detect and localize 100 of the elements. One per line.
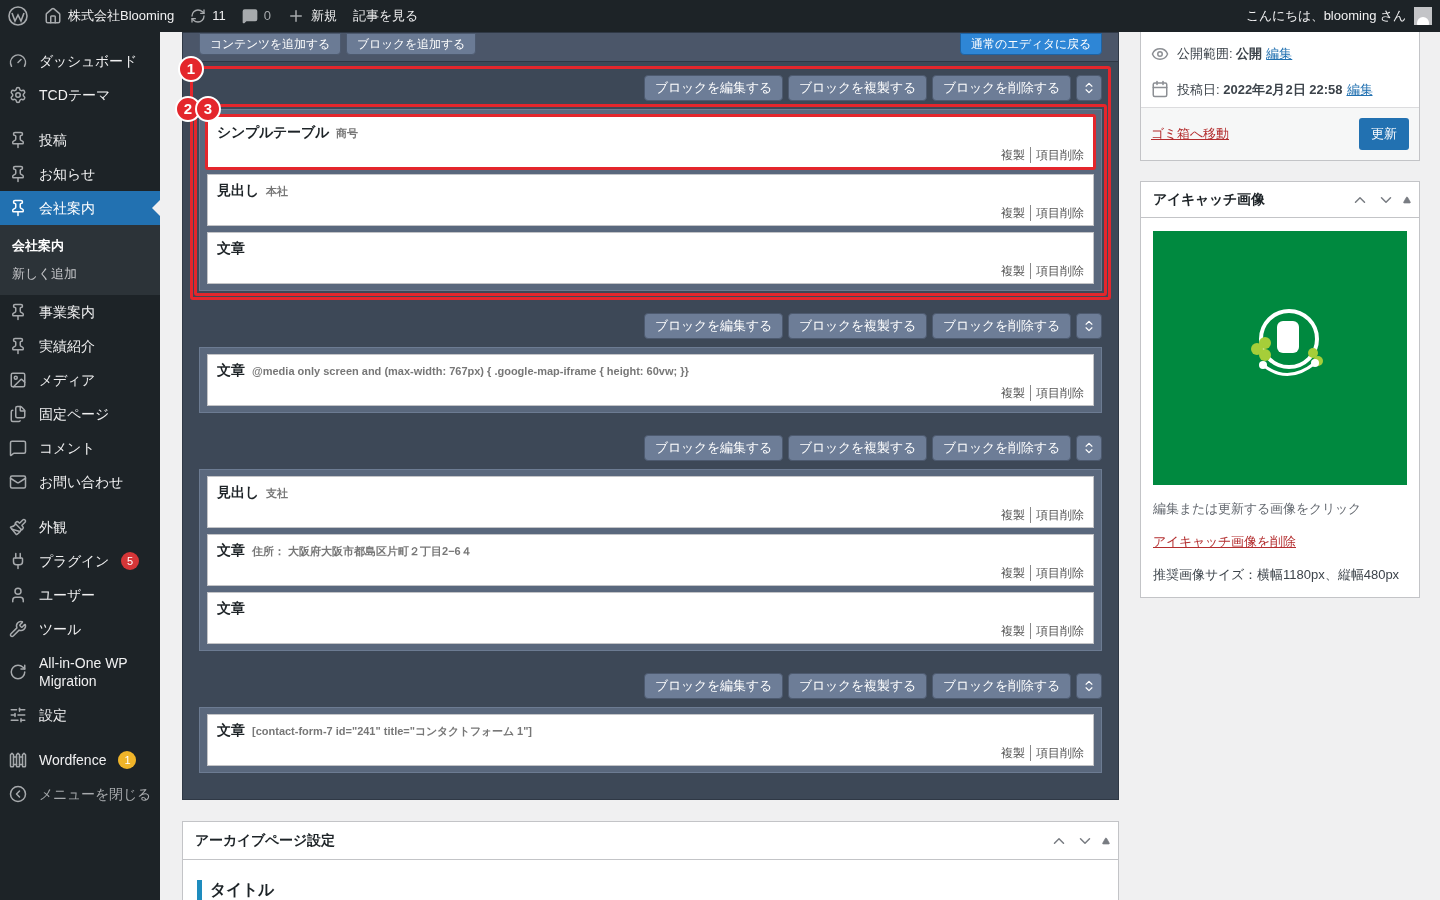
- gear-icon: [9, 86, 27, 104]
- menu-item[interactable]: 事業案内: [0, 295, 160, 329]
- block-action-button[interactable]: ブロックを編集する: [644, 313, 783, 339]
- block-action-button[interactable]: ブロックを削除する: [932, 435, 1071, 461]
- item-action-link[interactable]: 項目削除: [1036, 744, 1084, 762]
- view-post-link[interactable]: 記事を見る: [352, 6, 418, 26]
- content-item[interactable]: 文章 @media only screen and (max-width: 767px) { .google-map-iframe { height: 60vw; }} 複製 項目削除: [207, 354, 1094, 406]
- media-icon: [9, 371, 27, 389]
- home-icon[interactable]: [44, 7, 62, 25]
- size-note: 推奨画像サイズ：横幅1180px、縦幅480px: [1153, 566, 1401, 584]
- item-action-link[interactable]: 複製: [1001, 384, 1025, 402]
- greeting-link[interactable]: こんにちは、blooming さん: [1245, 6, 1406, 26]
- block-action-button[interactable]: ブロックを複製する: [788, 435, 927, 461]
- item-action-link[interactable]: 項目削除: [1036, 262, 1084, 280]
- menu-item[interactable]: TCDテーマ: [0, 78, 160, 112]
- menu-item[interactable]: お問い合わせ: [0, 465, 160, 499]
- menu-item[interactable]: 投稿: [0, 123, 160, 157]
- block-action-button[interactable]: ブロックを削除する: [932, 673, 1071, 699]
- item-action-link[interactable]: 複製: [1001, 262, 1025, 280]
- edit-link[interactable]: 編集: [1346, 79, 1373, 99]
- menu-item[interactable]: 設定: [0, 698, 160, 732]
- content-item[interactable]: 見出し 支社 複製 項目削除: [207, 476, 1094, 528]
- section-heading: タイトル: [210, 880, 274, 900]
- site-name-link[interactable]: 株式会社Blooming: [68, 6, 175, 26]
- add-button[interactable]: ブロックを追加する: [346, 33, 476, 55]
- content-item[interactable]: 文章 複製 項目削除: [207, 232, 1094, 284]
- new-link[interactable]: 新規: [310, 6, 337, 26]
- item-action-link[interactable]: 項目削除: [1036, 204, 1084, 222]
- menu-item[interactable]: ユーザー: [0, 578, 160, 612]
- updates-icon[interactable]: [190, 8, 207, 24]
- sliders-icon: [9, 706, 27, 724]
- item-action-link[interactable]: 項目削除: [1036, 384, 1084, 402]
- item-action-link[interactable]: 複製: [1001, 204, 1025, 222]
- count-badge: 1: [118, 751, 137, 769]
- menu-item[interactable]: Wordfence 1: [0, 743, 160, 777]
- collapse-icon: [9, 785, 27, 803]
- item-action-link[interactable]: 項目削除: [1036, 146, 1084, 164]
- submenu-item[interactable]: 会社案内: [0, 232, 160, 260]
- block-action-button[interactable]: ブロックを編集する: [644, 673, 783, 699]
- gauge-icon: [9, 52, 27, 70]
- item-title: 文章: [217, 599, 245, 618]
- menu-item[interactable]: プラグイン 5: [0, 544, 160, 578]
- item-action-link[interactable]: 項目削除: [1036, 506, 1084, 524]
- site-logo-icon[interactable]: [8, 6, 28, 26]
- block-action-button[interactable]: ブロックを編集する: [644, 435, 783, 461]
- content-item[interactable]: 文章 複製 項目削除: [207, 592, 1094, 644]
- item-summary: 住所： 大阪府大阪市都島区片町２丁目2−6４: [252, 544, 472, 559]
- item-title: 文章: [217, 721, 245, 740]
- sort-button[interactable]: [1076, 435, 1102, 461]
- item-summary: @media only screen and (max-width: 767px) { .google-map-iframe { height: 60vw; }}: [252, 364, 689, 379]
- item-title: 文章: [217, 541, 245, 560]
- content-item[interactable]: 文章 [contact-form-7 id="241" title="コンタクトフォーム 1"] 複製 項目削除: [207, 714, 1094, 766]
- content-item[interactable]: シンプルテーブル 商号 複製 項目削除: [207, 116, 1094, 168]
- menu-item[interactable]: コメント: [0, 431, 160, 465]
- block-action-button[interactable]: ブロックを削除する: [932, 313, 1071, 339]
- item-action-link[interactable]: 複製: [1001, 506, 1025, 524]
- menu-item[interactable]: 実績紹介: [0, 329, 160, 363]
- calendar-icon: [1151, 80, 1169, 99]
- submenu-item[interactable]: 新しく追加: [0, 260, 160, 288]
- block-action-button[interactable]: ブロックを編集する: [644, 75, 783, 101]
- menu-item[interactable]: メディア: [0, 363, 160, 397]
- classic-editor-button[interactable]: 通常のエディタに戻る: [960, 33, 1102, 55]
- menu-item[interactable]: ツール: [0, 612, 160, 646]
- update-button[interactable]: 更新: [1359, 118, 1409, 150]
- item-action-link[interactable]: 複製: [1001, 744, 1025, 762]
- sort-button[interactable]: [1076, 313, 1102, 339]
- updates-count[interactable]: 11: [212, 6, 226, 26]
- add-button[interactable]: コンテンツを追加する: [199, 33, 341, 55]
- block-action-button[interactable]: ブロックを複製する: [788, 75, 927, 101]
- item-action-link[interactable]: 複製: [1001, 622, 1025, 640]
- content-item[interactable]: 見出し 本社 複製 項目削除: [207, 174, 1094, 226]
- count-badge: 5: [121, 552, 139, 570]
- block-action-button[interactable]: ブロックを削除する: [932, 75, 1071, 101]
- item-action-link[interactable]: 複製: [1001, 146, 1025, 164]
- sort-button[interactable]: [1076, 75, 1102, 101]
- menu-item[interactable]: 固定ページ: [0, 397, 160, 431]
- sort-button[interactable]: [1076, 673, 1102, 699]
- menu-item[interactable]: All-in-One WP Migration: [0, 646, 160, 698]
- item-title: 文章: [217, 239, 245, 258]
- block-action-button[interactable]: ブロックを複製する: [788, 313, 927, 339]
- pages-icon: [9, 405, 27, 423]
- item-action-link[interactable]: 項目削除: [1036, 564, 1084, 582]
- menu-item[interactable]: 会社案内: [0, 191, 160, 225]
- remove-image-link[interactable]: アイキャッチ画像を削除: [1153, 531, 1296, 551]
- block-action-button[interactable]: ブロックを複製する: [788, 673, 927, 699]
- menu-item[interactable]: お知らせ: [0, 157, 160, 191]
- comments-count[interactable]: 0: [263, 6, 271, 26]
- menu-item[interactable]: 外観: [0, 510, 160, 544]
- item-action-link[interactable]: 項目削除: [1036, 622, 1084, 640]
- menu-item[interactable]: ダッシュボード: [0, 44, 160, 78]
- collapse-toggle-icon[interactable]: [1102, 836, 1110, 845]
- pin-icon: [9, 303, 27, 321]
- edit-link[interactable]: 編集: [1266, 44, 1293, 64]
- content-item[interactable]: 文章 住所： 大阪府大阪市都島区片町２丁目2−6４ 複製 項目削除: [207, 534, 1094, 586]
- item-summary: 支社: [266, 486, 288, 501]
- item-action-link[interactable]: 複製: [1001, 564, 1025, 582]
- trash-link[interactable]: ゴミ箱へ移動: [1151, 124, 1229, 144]
- collapse-menu-button[interactable]: メニューを閉じる: [0, 777, 160, 811]
- collapse-toggle-icon[interactable]: [1403, 195, 1411, 204]
- comment-icon[interactable]: [241, 8, 258, 24]
